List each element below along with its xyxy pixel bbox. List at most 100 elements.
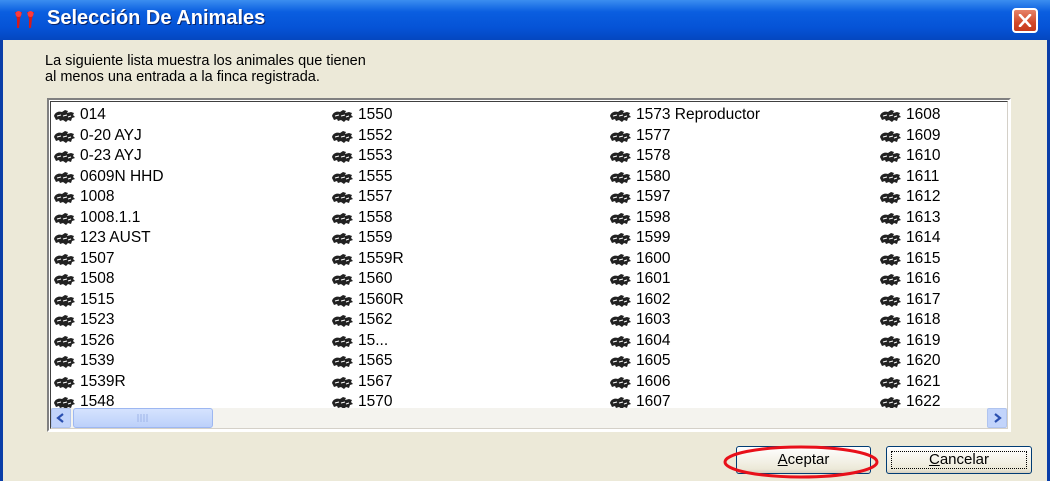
animal-icon [880, 130, 901, 143]
animal-icon [610, 110, 631, 122]
animal-icon [332, 151, 353, 163]
list-item-label: 1580 [636, 167, 671, 185]
close-button[interactable] [1012, 8, 1038, 33]
animal-icon [880, 110, 901, 122]
list-item-label: 1578 [636, 147, 671, 164]
animal-icon [54, 315, 75, 327]
animal-icon [54, 130, 75, 143]
list-item-label: 1560R [358, 290, 404, 308]
animal-icon [880, 356, 901, 368]
list-item-label: 1620 [906, 352, 941, 369]
list-item-label: 1606 [636, 372, 671, 390]
animal-icon [610, 315, 631, 327]
list-item-label: 1614 [906, 229, 941, 246]
animal-icon [880, 171, 901, 184]
animal-icon [332, 110, 353, 122]
animal-icon [610, 192, 631, 204]
accept-button[interactable]: Aceptar [736, 446, 871, 474]
animal-icon [880, 274, 901, 286]
animal-icon [610, 130, 631, 143]
list-item-label: 0609N HHD [80, 167, 164, 185]
list-item-label: 1565 [358, 352, 393, 369]
animal-icon [54, 356, 75, 368]
list-item-label: 1619 [906, 331, 941, 349]
list-item-label: 15... [358, 331, 389, 349]
animal-icon [332, 274, 353, 286]
list-item-label: 1507 [80, 249, 115, 267]
animal-icon [332, 335, 353, 348]
animal-icon [880, 233, 901, 245]
animal-icon [610, 356, 631, 368]
list-item-label: 1558 [358, 208, 393, 226]
animal-icon [880, 192, 901, 204]
list-item-label: 1597 [636, 188, 671, 205]
list-item-label: 1560 [358, 270, 393, 287]
animal-icon [332, 171, 353, 184]
arrow-right-icon [994, 413, 1002, 423]
list-item-label: 1557 [358, 188, 393, 205]
animal-list[interactable]: 014 0-20 AYJ 0-23 AYJ 0609N HHD 1008 1008.1.1… [47, 98, 1011, 432]
list-item-label: 1526 [80, 331, 115, 349]
animal-icon [610, 274, 631, 286]
list-item-label: 1604 [636, 331, 671, 349]
animal-icon [54, 335, 75, 348]
scroll-thumb[interactable] [73, 408, 213, 428]
list-item-label: 1559 [358, 229, 393, 246]
list-item-label: 1553 [358, 147, 393, 164]
animal-icon [54, 212, 75, 225]
animal-icon [610, 212, 631, 225]
list-item-label: 1621 [906, 372, 941, 390]
list-item-label: 1613 [906, 208, 941, 226]
list-item-label: 1617 [906, 290, 941, 308]
list-item-label: 0-20 AYJ [80, 126, 142, 144]
cancel-button[interactable]: Cancelar [886, 446, 1032, 474]
list-item-label: 1008 [80, 188, 115, 205]
list-item-label: 1603 [636, 311, 671, 328]
animal-icon [880, 376, 901, 389]
list-item-label: 1610 [906, 147, 941, 164]
animal-icon [54, 233, 75, 245]
animal-icon [332, 212, 353, 225]
animal-icon [332, 192, 353, 204]
dialog-window: Selección De Animales La siguiente lista… [0, 0, 1050, 481]
list-item-label: 1523 [80, 311, 115, 328]
scroll-right-button[interactable] [987, 408, 1007, 428]
animal-icon [54, 294, 75, 307]
animal-icon [332, 253, 353, 266]
focus-ring [891, 451, 1027, 469]
list-item-label: 1562 [358, 311, 393, 328]
animal-icon [880, 335, 901, 348]
list-item-label: 1602 [636, 290, 671, 308]
list-item-label: 1539R [80, 372, 126, 390]
list-item-label: 1609 [906, 126, 941, 144]
list-item-label: 1612 [906, 188, 941, 205]
list-item-label: 123 AUST [80, 229, 151, 246]
list-item-label: 1008.1.1 [80, 208, 141, 226]
window-title: Selección De Animales [47, 7, 266, 29]
title-bar[interactable]: Selección De Animales [0, 0, 1050, 40]
list-item-label: 1615 [906, 249, 941, 267]
close-icon [1018, 14, 1032, 27]
list-item-label: 1559R [358, 249, 404, 267]
animal-icon [610, 253, 631, 266]
description-line-1: La siguiente lista muestra los animales … [45, 53, 366, 69]
animal-list-frame [50, 101, 1008, 429]
animal-icon [54, 376, 75, 389]
animal-icon [332, 130, 353, 143]
list-item-label: 1539 [80, 352, 115, 369]
animal-icon [54, 110, 75, 122]
accept-label: ceptar [787, 451, 830, 468]
list-item-label: 1552 [358, 126, 393, 144]
animal-icon [332, 233, 353, 245]
description-line-2: al menos una entrada a la finca registra… [45, 69, 320, 85]
animal-icon [610, 171, 631, 184]
grip-icon [137, 414, 148, 422]
horizontal-scrollbar[interactable] [51, 408, 1007, 428]
list-item-label: 1598 [636, 208, 671, 226]
list-item-label: 1618 [906, 311, 941, 328]
scroll-left-button[interactable] [51, 408, 71, 428]
list-item-label: 1599 [636, 229, 671, 246]
animal-icon [54, 171, 75, 184]
animal-icon [610, 335, 631, 348]
animal-icon [332, 315, 353, 327]
